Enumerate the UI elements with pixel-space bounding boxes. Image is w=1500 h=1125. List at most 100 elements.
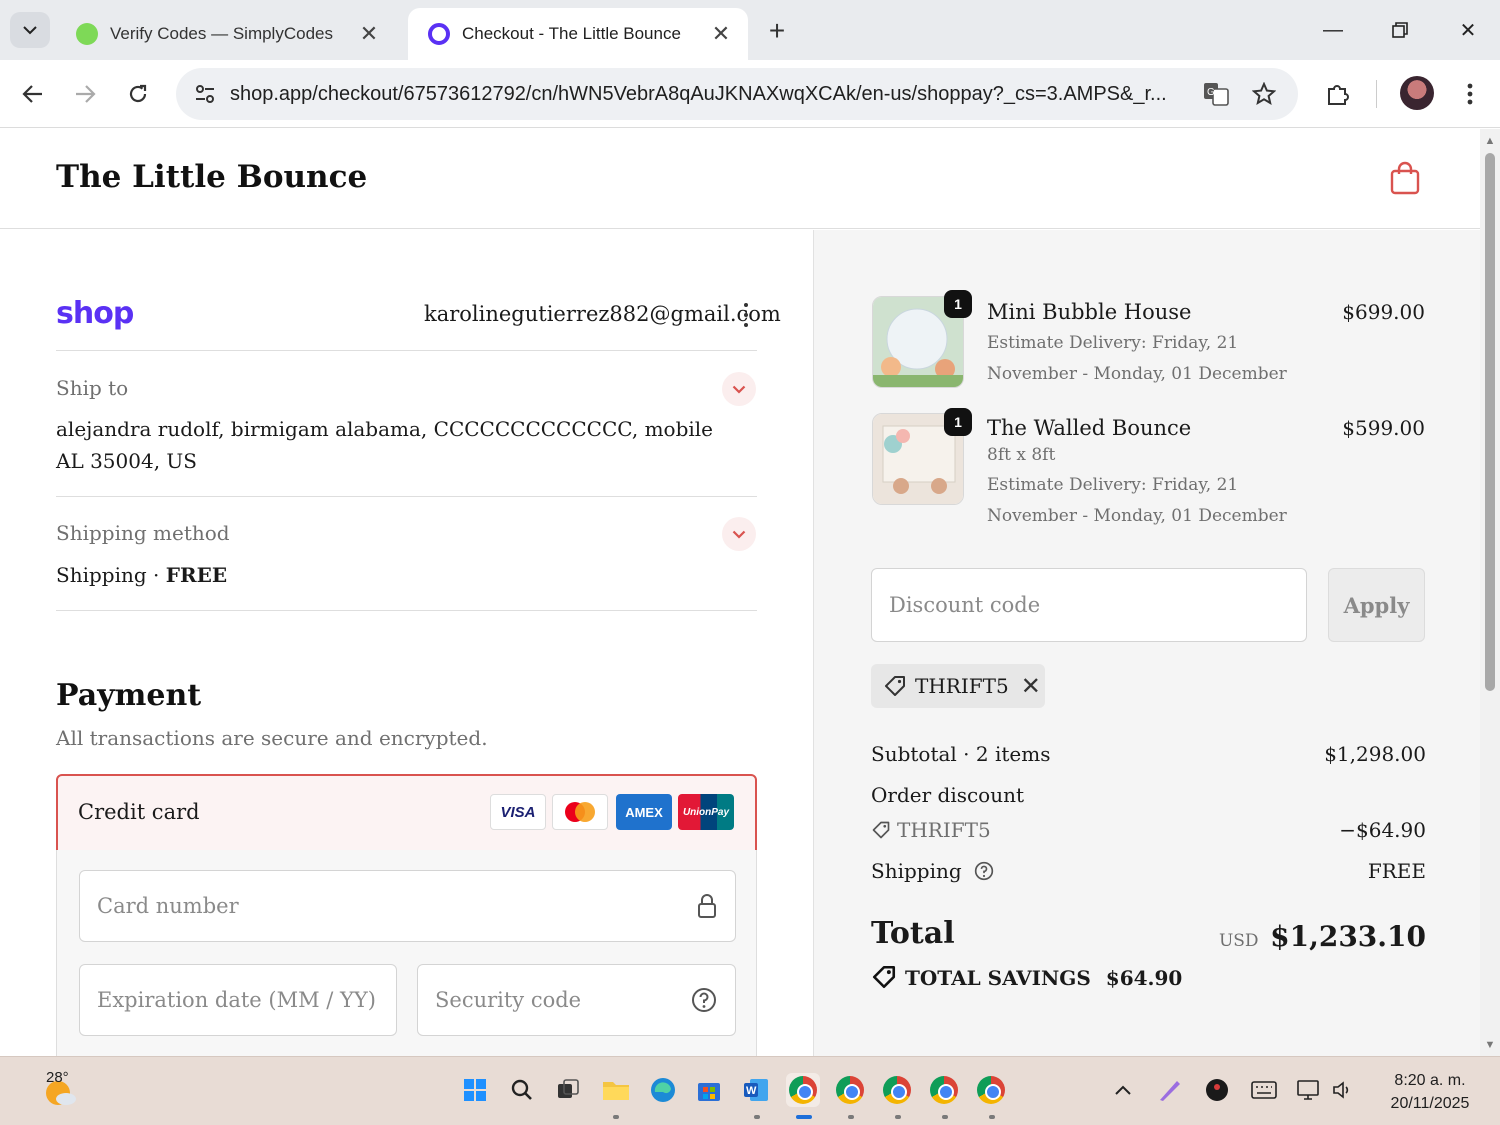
back-button[interactable] bbox=[13, 74, 53, 114]
network-volume-icon[interactable] bbox=[1294, 1073, 1358, 1107]
shipping-method-separator: · bbox=[153, 563, 160, 587]
expiration-input[interactable]: Expiration date (MM / YY) bbox=[79, 964, 397, 1036]
edge-icon[interactable] bbox=[646, 1073, 680, 1107]
close-window-button[interactable]: ✕ bbox=[1448, 10, 1488, 50]
keyboard-icon[interactable] bbox=[1247, 1073, 1281, 1107]
chrome-icon[interactable] bbox=[974, 1073, 1008, 1107]
running-indicator bbox=[848, 1115, 854, 1119]
address-bar[interactable]: shop.app/checkout/67573612792/cn/hWN5Veb… bbox=[176, 68, 1298, 120]
arrow-right-icon bbox=[76, 85, 96, 103]
new-tab-button[interactable]: + bbox=[760, 14, 794, 48]
reload-button[interactable] bbox=[118, 74, 158, 114]
discount-code-placeholder: Discount code bbox=[889, 593, 1041, 617]
order-discount-label: Order discount bbox=[871, 783, 1025, 807]
url-text: shop.app/checkout/67573612792/cn/hWN5Veb… bbox=[230, 82, 1167, 105]
subtotal-row: Subtotal · 2 items $1,298.00 bbox=[871, 742, 1426, 766]
active-indicator bbox=[796, 1115, 812, 1119]
item-delivery: Estimate Delivery: Friday, 21 November -… bbox=[987, 475, 1287, 526]
forward-button[interactable] bbox=[65, 74, 105, 114]
tab-search-button[interactable] bbox=[10, 12, 50, 48]
chrome-icon[interactable] bbox=[786, 1073, 820, 1107]
reload-icon bbox=[129, 84, 147, 103]
ship-to-label: Ship to bbox=[56, 376, 129, 400]
total-savings-label: TOTAL SAVINGS bbox=[905, 966, 1091, 990]
lock-icon bbox=[697, 893, 717, 924]
site-info-icon[interactable] bbox=[180, 84, 230, 104]
apply-discount-button[interactable]: Apply bbox=[1328, 568, 1425, 642]
running-indicator bbox=[989, 1115, 995, 1119]
task-view-icon[interactable] bbox=[551, 1073, 585, 1107]
restore-icon bbox=[1392, 22, 1408, 38]
mastercard-logo-icon bbox=[552, 794, 608, 830]
extensions-button[interactable] bbox=[1318, 74, 1358, 114]
store-name[interactable]: The Little Bounce bbox=[56, 159, 367, 195]
windows-taskbar: 28° W 8:20 a. m. 20/11/2025 bbox=[0, 1056, 1500, 1125]
chevron-down-icon bbox=[23, 26, 37, 35]
running-indicator bbox=[942, 1115, 948, 1119]
item-price: $699.00 bbox=[1342, 300, 1425, 324]
start-button[interactable] bbox=[458, 1073, 492, 1107]
shopping-bag-icon[interactable] bbox=[1390, 161, 1420, 200]
store-icon[interactable] bbox=[692, 1073, 726, 1107]
close-icon[interactable]: ✕ bbox=[708, 21, 734, 47]
clock-time: 8:20 a. m. bbox=[1394, 1072, 1466, 1089]
tab-title: Checkout - The Little Bounce bbox=[462, 24, 681, 43]
minimize-button[interactable]: — bbox=[1313, 10, 1353, 50]
shop-pay-logo: shop bbox=[56, 296, 134, 331]
shipping-method-name: Shipping bbox=[56, 563, 147, 587]
chrome-icon[interactable] bbox=[880, 1073, 914, 1107]
profile-avatar[interactable] bbox=[1400, 76, 1434, 110]
tab-simplycodes[interactable]: Verify Codes — SimplyCodes ✕ bbox=[56, 8, 396, 60]
total-value: $1,233.10 bbox=[1270, 920, 1426, 953]
scrollbar-thumb[interactable] bbox=[1485, 153, 1495, 691]
discount-code-input[interactable]: Discount code bbox=[871, 568, 1307, 642]
toolbar-divider bbox=[1376, 80, 1377, 108]
remove-discount-icon[interactable]: ✕ bbox=[1021, 672, 1041, 700]
tag-icon bbox=[872, 965, 896, 989]
help-icon[interactable] bbox=[691, 987, 717, 1018]
shipping-method-expand-button[interactable] bbox=[722, 517, 756, 551]
subtotal-label: Subtotal · 2 items bbox=[871, 742, 1051, 766]
credit-card-option[interactable]: Credit card VISA AMEX UnionPay bbox=[56, 774, 757, 852]
chevron-up-icon[interactable] bbox=[1106, 1073, 1140, 1107]
search-icon[interactable] bbox=[505, 1073, 539, 1107]
weather-widget[interactable]: 28° bbox=[30, 1067, 90, 1115]
help-icon[interactable] bbox=[974, 861, 994, 881]
pen-icon[interactable] bbox=[1153, 1073, 1187, 1107]
bookmark-star-icon[interactable] bbox=[1250, 80, 1278, 108]
applied-discount-code: THRIFT5 bbox=[915, 674, 1009, 698]
security-code-placeholder: Security code bbox=[435, 988, 582, 1012]
simplycodes-favicon-icon bbox=[76, 23, 98, 45]
scroll-down-icon[interactable]: ▼ bbox=[1484, 1039, 1496, 1051]
security-code-input[interactable]: Security code bbox=[417, 964, 736, 1036]
card-number-input[interactable]: Card number bbox=[79, 870, 736, 942]
close-icon[interactable]: ✕ bbox=[356, 21, 382, 47]
item-variant: 8ft x 8ft bbox=[987, 445, 1056, 465]
browser-toolbar: shop.app/checkout/67573612792/cn/hWN5Veb… bbox=[0, 60, 1500, 128]
chevron-down-icon bbox=[732, 385, 746, 394]
quantity-badge: 1 bbox=[944, 408, 972, 436]
chrome-icon[interactable] bbox=[833, 1073, 867, 1107]
page-scrollbar[interactable]: ▲ ▼ bbox=[1480, 129, 1500, 1056]
tab-title: Verify Codes — SimplyCodes bbox=[110, 24, 333, 43]
total-row: Total USD $1,233.10 bbox=[871, 916, 1426, 956]
scroll-up-icon[interactable]: ▲ bbox=[1484, 135, 1496, 147]
order-discount-amount: −$64.90 bbox=[1339, 818, 1426, 842]
payment-subtitle: All transactions are secure and encrypte… bbox=[56, 726, 488, 750]
chrome-icon[interactable] bbox=[927, 1073, 961, 1107]
word-icon[interactable]: W bbox=[739, 1073, 773, 1107]
tab-checkout[interactable]: Checkout - The Little Bounce ✕ bbox=[408, 8, 748, 60]
checkout-form: shop karolinegutierrez882@gmail.com Ship… bbox=[0, 230, 813, 1056]
card-number-placeholder: Card number bbox=[97, 894, 239, 918]
account-menu-icon[interactable] bbox=[738, 300, 754, 330]
translate-icon[interactable]: G bbox=[1202, 80, 1230, 108]
tag-icon bbox=[885, 676, 905, 696]
restore-button[interactable] bbox=[1380, 10, 1420, 50]
system-clock[interactable]: 8:20 a. m. 20/11/2025 bbox=[1380, 1069, 1480, 1115]
shipping-label: Shipping bbox=[871, 859, 962, 883]
credit-card-fields: Card number Expiration date (MM / YY) Se… bbox=[56, 850, 757, 1056]
ship-to-expand-button[interactable] bbox=[722, 372, 756, 406]
file-explorer-icon[interactable] bbox=[599, 1073, 633, 1107]
browser-menu-button[interactable] bbox=[1450, 74, 1490, 114]
app-tray-icon[interactable] bbox=[1200, 1073, 1234, 1107]
